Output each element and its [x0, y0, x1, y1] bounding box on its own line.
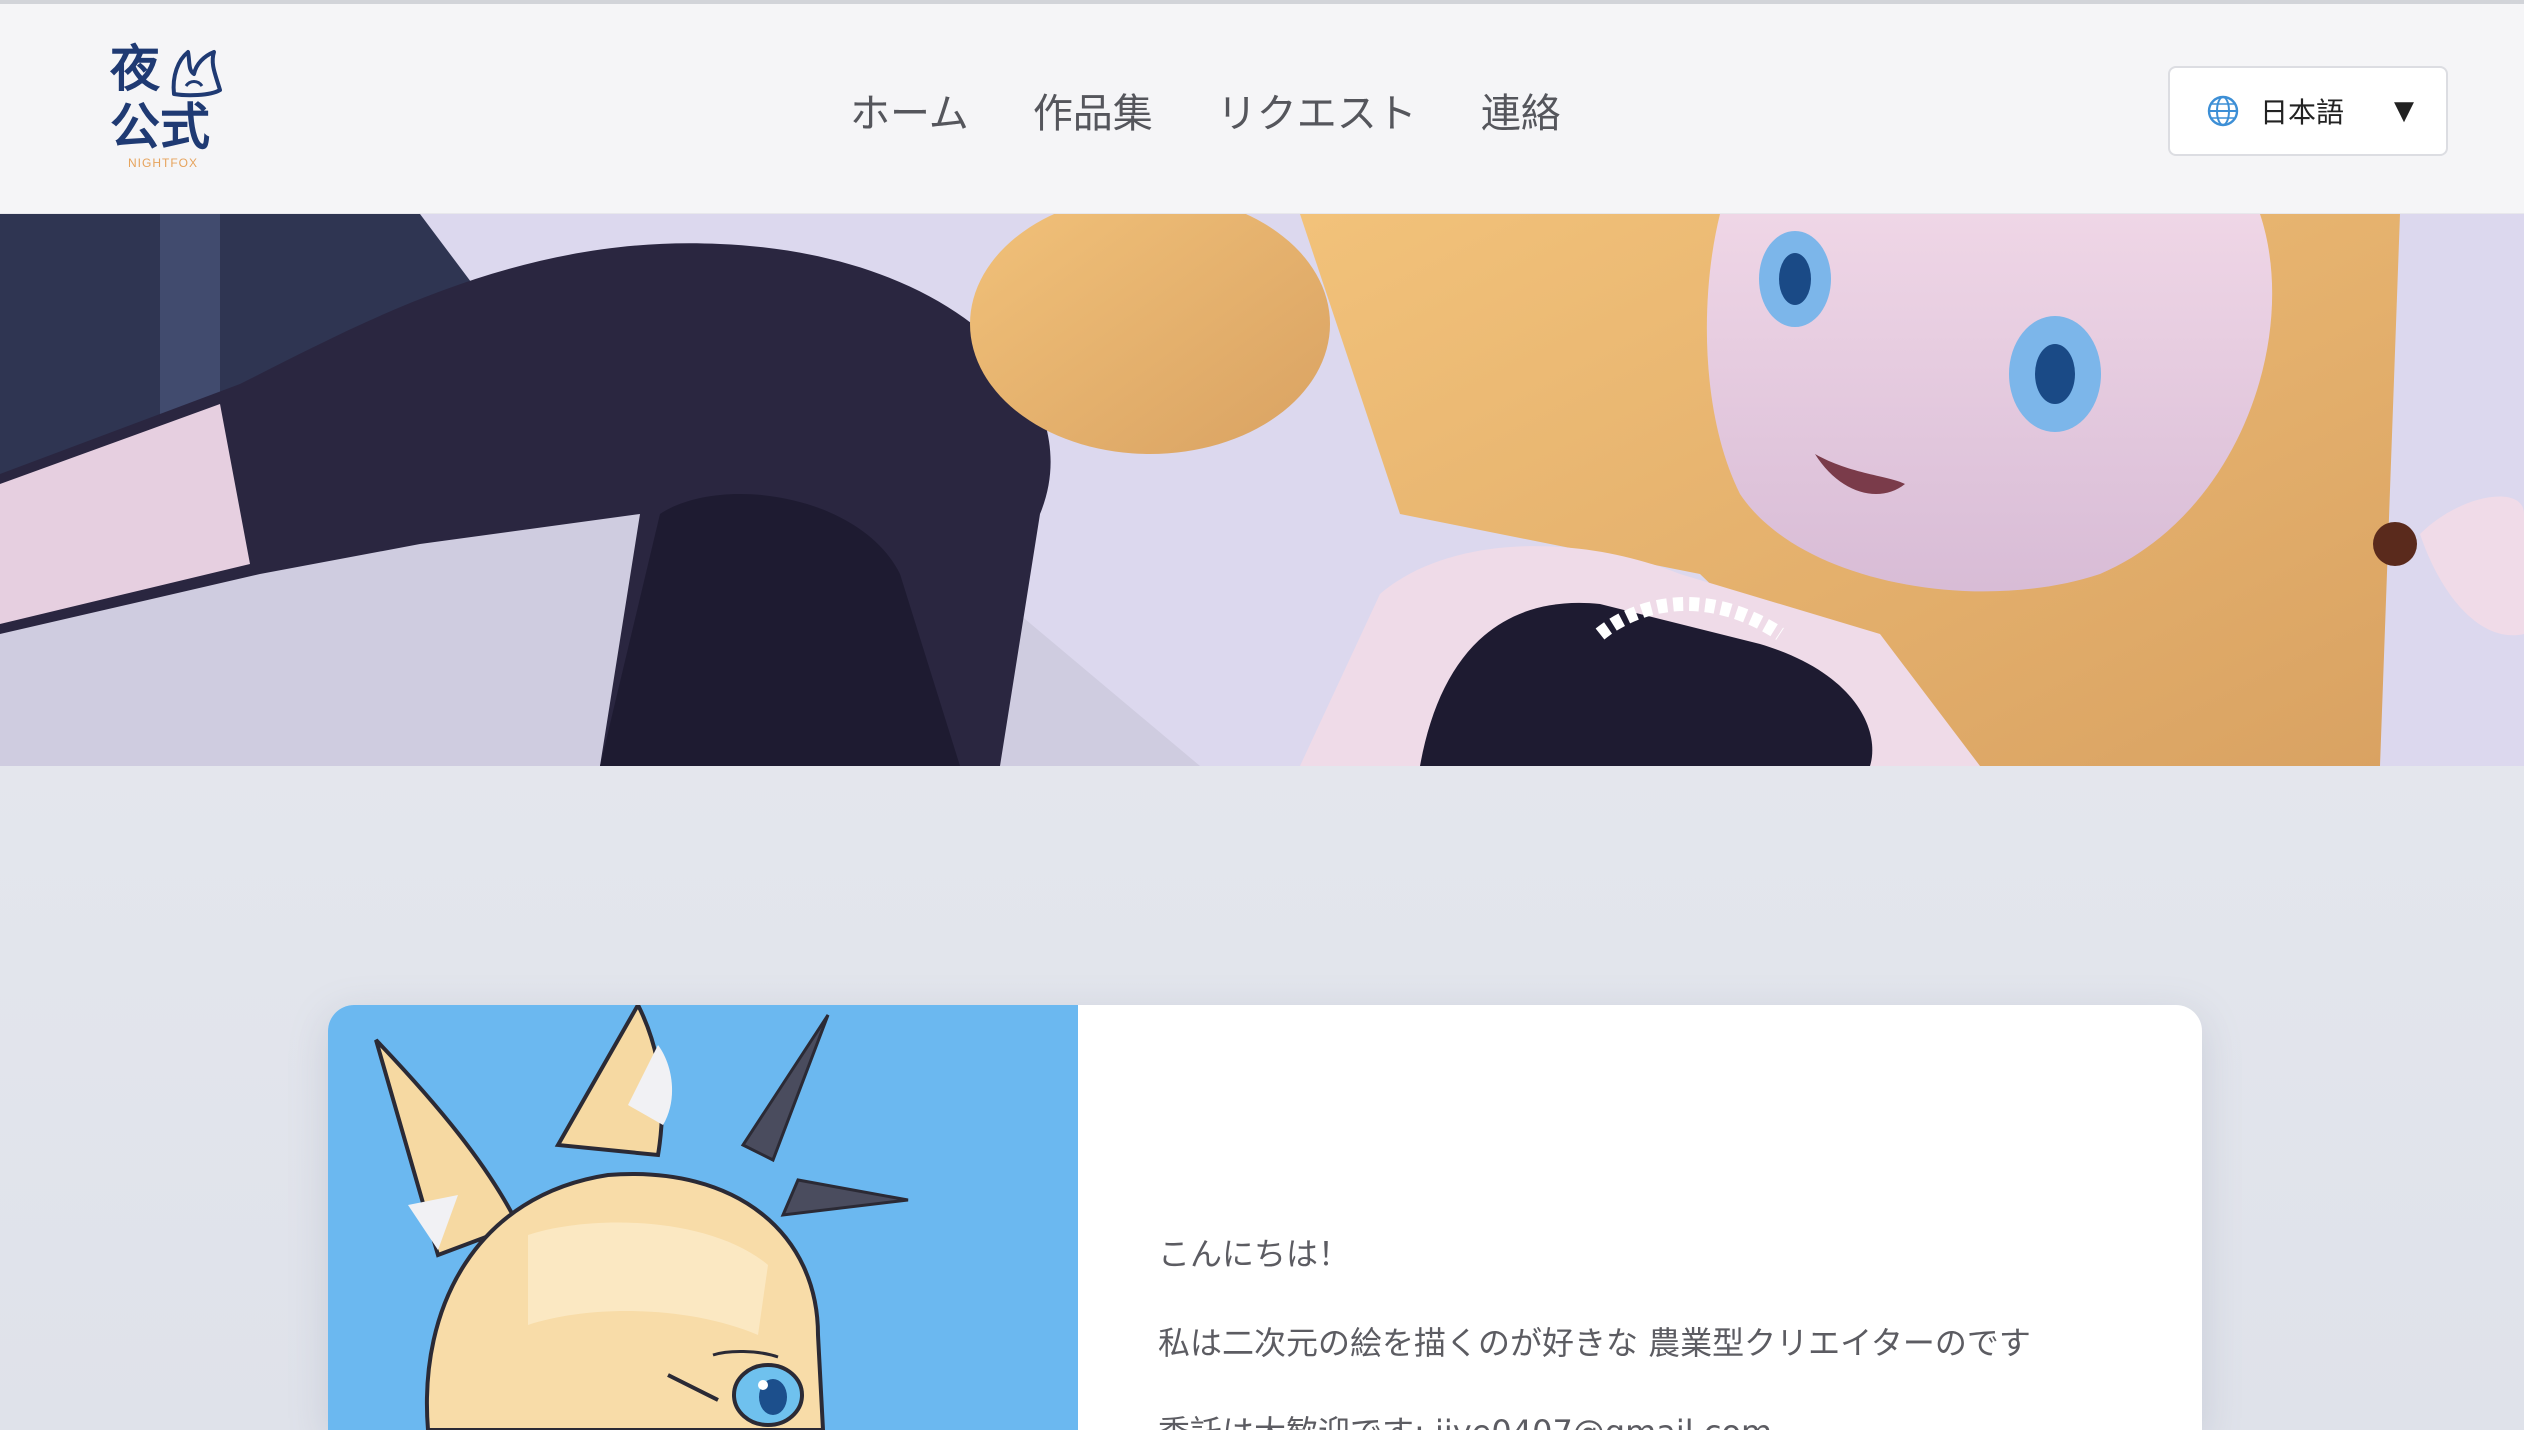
- greeting-text: こんにちは！: [1158, 1235, 1351, 1273]
- site-logo[interactable]: 夜 公式 NIGHTFOX: [110, 44, 230, 174]
- logo-char-top: 夜: [110, 40, 160, 98]
- site-header: 夜 公式 NIGHTFOX ホーム 作品集 リクエスト 連絡 日本語 ▼: [0, 4, 2524, 214]
- nav-request[interactable]: リクエスト: [1217, 84, 1417, 144]
- logo-subtitle: NIGHTFOX: [128, 156, 198, 170]
- fox-icon: [171, 50, 222, 98]
- fox-girl-avatar: [374, 1005, 909, 1430]
- nav-portfolio[interactable]: 作品集: [1033, 84, 1153, 144]
- language-select[interactable]: 日本語 ▼: [2168, 66, 2448, 156]
- main-nav: ホーム 作品集 リクエスト 連絡: [850, 84, 1561, 144]
- avatar-illustration: [328, 1005, 1078, 1430]
- intro-card: こんにちは！ 私は二次元の絵を描くのが好きな 農業型クリエイターのです 委託は大…: [328, 1005, 2202, 1430]
- chevron-down-icon: ▼: [2394, 96, 2414, 126]
- hero-illustration: [0, 214, 2524, 766]
- about-text: 私は二次元の絵を描くのが好きな 農業型クリエイターのです: [1158, 1324, 2031, 1362]
- nav-home[interactable]: ホーム: [850, 84, 969, 144]
- globe-icon: [2207, 95, 2239, 127]
- language-label: 日本語: [2260, 96, 2345, 129]
- intro-text: こんにちは！ 私は二次元の絵を描くのが好きな 農業型クリエイターのです 委託は大…: [1158, 1230, 2158, 1430]
- logo-char-bottom: 公式: [110, 98, 210, 156]
- contact-text: 委託は大歓迎です: jiye0407@gmail.com: [1158, 1408, 2158, 1430]
- hero-banner: [0, 214, 2524, 766]
- nav-contact[interactable]: 連絡: [1481, 84, 1561, 144]
